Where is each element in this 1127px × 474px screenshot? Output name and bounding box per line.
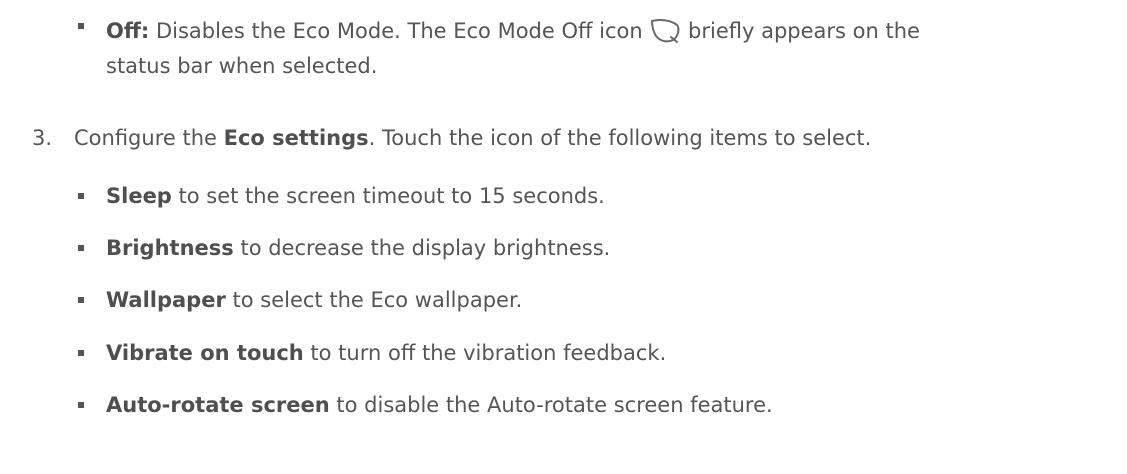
off-term: Off: xyxy=(106,19,150,43)
step3-text-before: Configure the xyxy=(74,126,224,150)
list-item: Sleep to set the screen timeout to 15 se… xyxy=(106,186,605,207)
bullet-marker xyxy=(78,193,84,199)
item-text: to decrease the display brightness. xyxy=(233,236,611,260)
item-term: Auto-rotate screen xyxy=(106,393,330,417)
list-item: Wallpaper to select the Eco wallpaper. xyxy=(106,290,522,311)
leaf-outline-icon xyxy=(649,16,681,44)
item-text: to disable the Auto-rotate screen featur… xyxy=(329,393,773,417)
item-term: Sleep xyxy=(106,184,172,208)
bullet-marker xyxy=(78,402,84,408)
step3-text: Configure the Eco settings. Touch the ic… xyxy=(74,128,871,149)
off-text-before-icon: Disables the Eco Mode. The Eco Mode Off … xyxy=(149,19,650,43)
item-text: to select the Eco wallpaper. xyxy=(225,288,523,312)
list-item: Vibrate on touch to turn off the vibrati… xyxy=(106,343,666,364)
bullet-marker xyxy=(78,350,84,356)
off-text-after-icon: briefly appears on the xyxy=(681,19,920,43)
item-text: to turn off the vibration feedback. xyxy=(303,341,667,365)
item-term: Wallpaper xyxy=(106,288,226,312)
off-continuation: status bar when selected. xyxy=(106,54,378,78)
off-description: Off: Disables the Eco Mode. The Eco Mode… xyxy=(106,16,920,44)
list-item: Auto-rotate screen to disable the Auto-r… xyxy=(106,395,773,416)
step3-text-after: . Touch the icon of the following items … xyxy=(368,126,872,150)
bullet-marker xyxy=(78,23,84,29)
bullet-marker xyxy=(78,245,84,251)
bullet-marker xyxy=(78,297,84,303)
item-term: Brightness xyxy=(106,236,234,260)
item-term: Vibrate on touch xyxy=(106,341,304,365)
item-text: to set the screen timeout to 15 seconds. xyxy=(171,184,605,208)
step3-term: Eco settings xyxy=(223,126,369,150)
list-item: Brightness to decrease the display brigh… xyxy=(106,238,610,259)
step-number: 3. xyxy=(32,126,53,150)
